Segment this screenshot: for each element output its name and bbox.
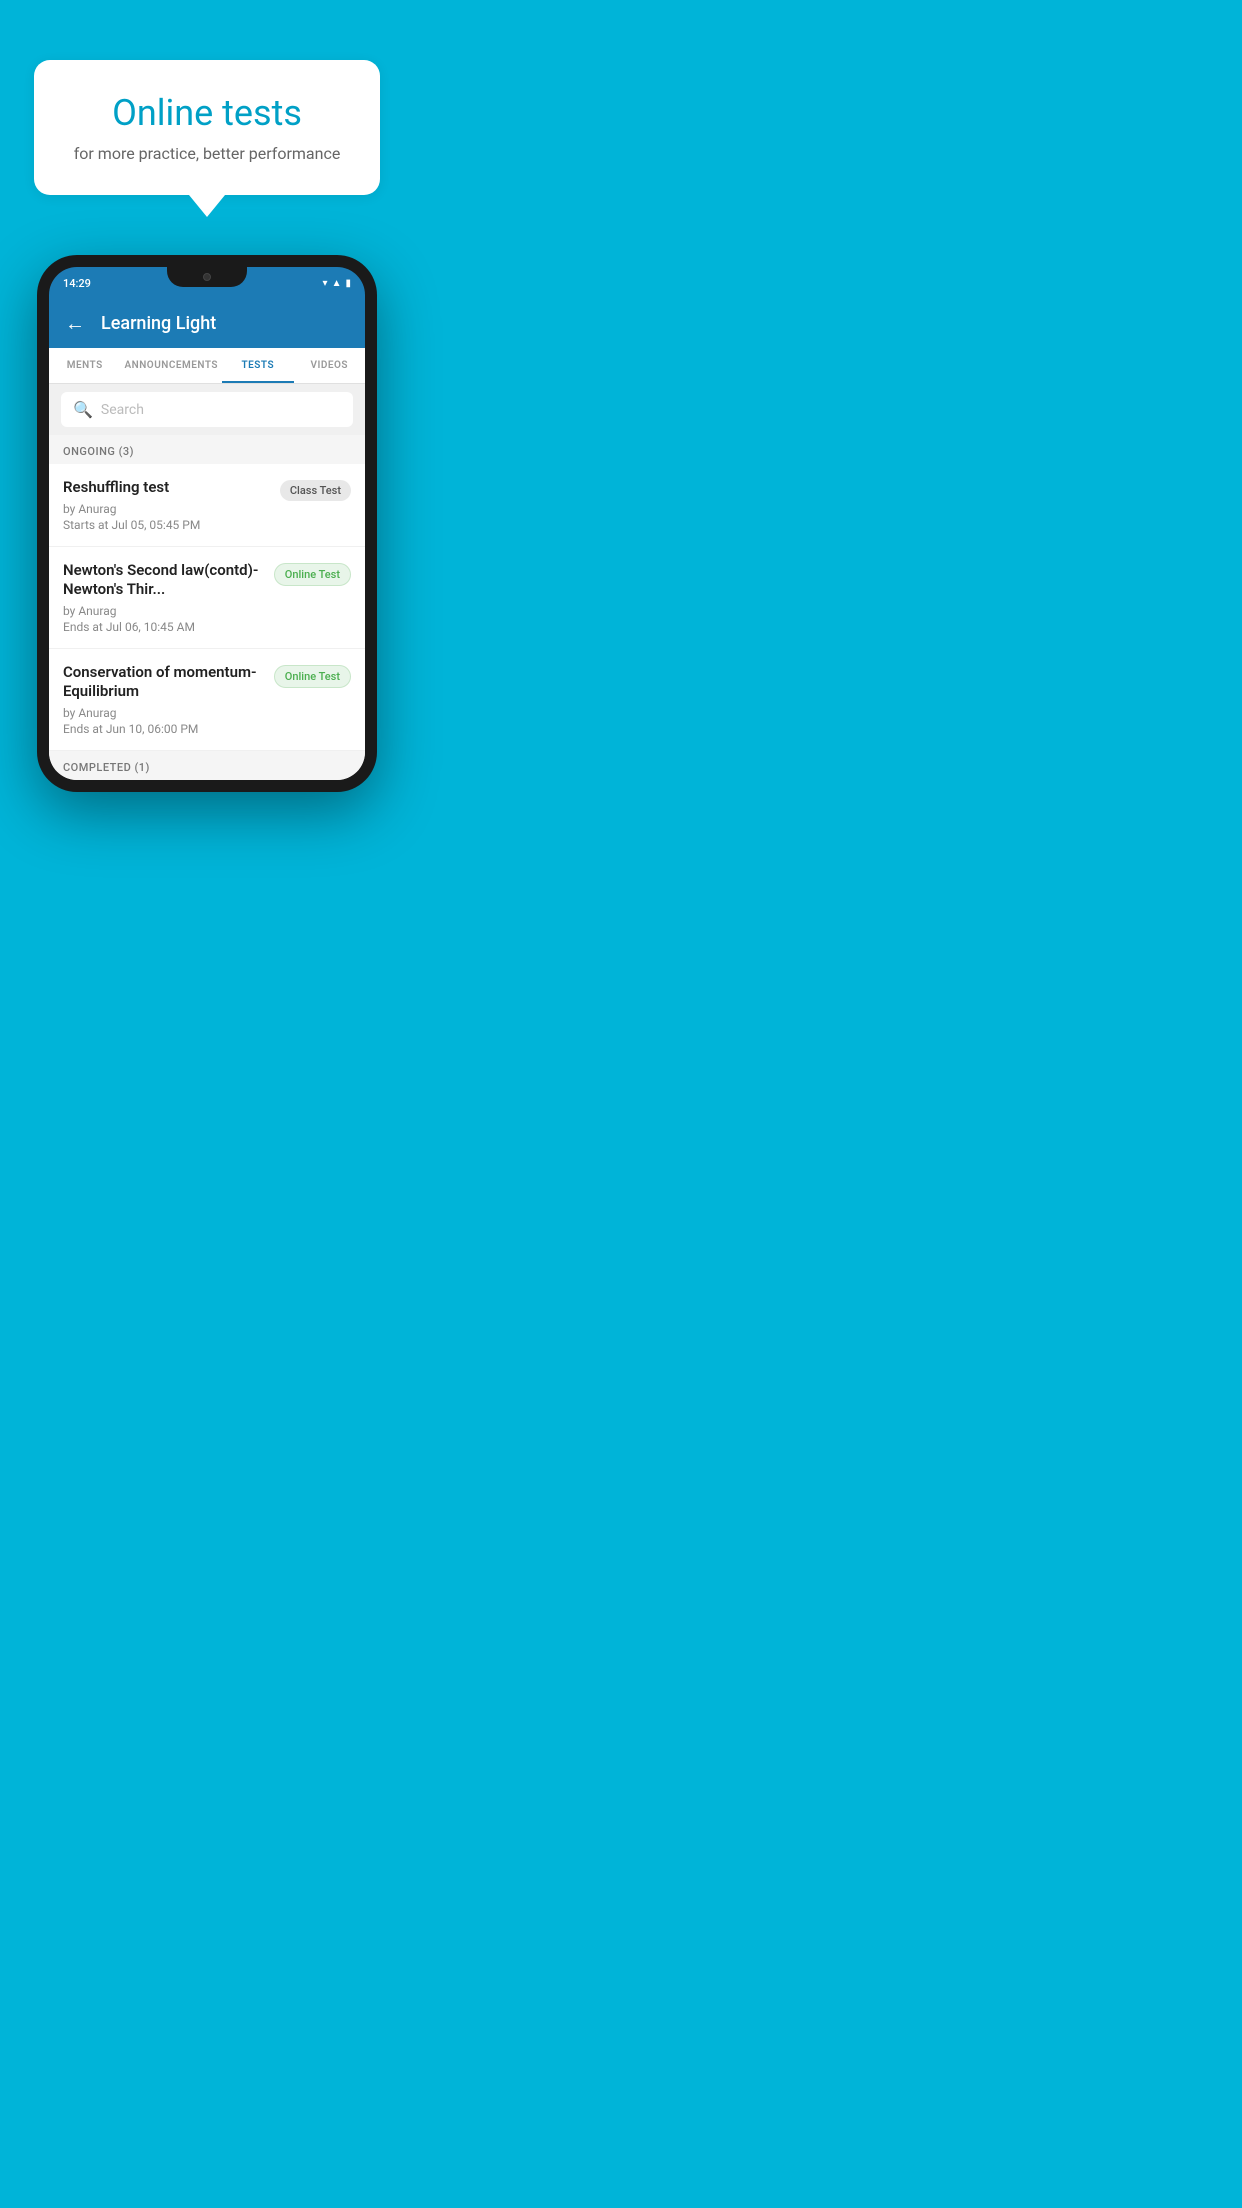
ongoing-section-header: ONGOING (3) <box>49 435 365 464</box>
test-item[interactable]: Conservation of momentum-Equilibrium by … <box>49 649 365 751</box>
test-author: by Anurag <box>63 502 270 516</box>
tab-announcements[interactable]: ANNOUNCEMENTS <box>120 348 222 383</box>
app-title: Learning Light <box>101 313 216 334</box>
test-badge-online: Online Test <box>274 563 351 586</box>
status-bar: 14:29 ▾ ▲ ▮ <box>49 267 365 299</box>
camera <box>203 273 211 281</box>
test-info: Reshuffling test by Anurag Starts at Jul… <box>63 478 270 532</box>
status-time: 14:29 <box>63 277 91 290</box>
tab-videos[interactable]: VIDEOS <box>294 348 365 383</box>
test-date: Starts at Jul 05, 05:45 PM <box>63 518 270 532</box>
signal-icon: ▲ <box>332 278 342 289</box>
test-name: Conservation of momentum-Equilibrium <box>63 663 264 702</box>
test-badge-class: Class Test <box>280 480 351 501</box>
wifi-icon: ▾ <box>323 278 328 289</box>
test-info: Conservation of momentum-Equilibrium by … <box>63 663 264 736</box>
speech-bubble: Online tests for more practice, better p… <box>34 60 381 195</box>
test-date: Ends at Jul 06, 10:45 AM <box>63 620 264 634</box>
search-icon: 🔍 <box>73 400 93 419</box>
completed-section-header: COMPLETED (1) <box>49 751 365 780</box>
search-container: 🔍 Search <box>49 384 365 435</box>
notch <box>167 267 247 287</box>
test-author: by Anurag <box>63 604 264 618</box>
tab-tests[interactable]: TESTS <box>222 348 293 383</box>
phone-wrapper: 14:29 ▾ ▲ ▮ ← Learning Light <box>37 255 377 792</box>
bubble-title: Online tests <box>74 92 341 134</box>
background: Online tests for more practice, better p… <box>0 0 414 792</box>
back-button[interactable]: ← <box>65 311 85 336</box>
battery-icon: ▮ <box>345 278 351 289</box>
test-author: by Anurag <box>63 706 264 720</box>
test-item[interactable]: Newton's Second law(contd)-Newton's Thir… <box>49 547 365 649</box>
tabs-bar: MENTS ANNOUNCEMENTS TESTS VIDEOS <box>49 348 365 384</box>
test-date: Ends at Jun 10, 06:00 PM <box>63 722 264 736</box>
test-item[interactable]: Reshuffling test by Anurag Starts at Jul… <box>49 464 365 547</box>
tests-list: Reshuffling test by Anurag Starts at Jul… <box>49 464 365 751</box>
app-header: ← Learning Light <box>49 299 365 348</box>
test-info: Newton's Second law(contd)-Newton's Thir… <box>63 561 264 634</box>
tab-assignments[interactable]: MENTS <box>49 348 120 383</box>
phone-screen: ← Learning Light MENTS ANNOUNCEMENTS TES… <box>49 299 365 780</box>
test-name: Reshuffling test <box>63 478 270 498</box>
search-bar[interactable]: 🔍 Search <box>61 392 353 427</box>
test-badge-online-2: Online Test <box>274 665 351 688</box>
bubble-subtitle: for more practice, better performance <box>74 144 341 163</box>
test-name: Newton's Second law(contd)-Newton's Thir… <box>63 561 264 600</box>
phone-frame: 14:29 ▾ ▲ ▮ ← Learning Light <box>37 255 377 792</box>
status-icons: ▾ ▲ ▮ <box>323 278 351 289</box>
search-input[interactable]: Search <box>101 402 144 418</box>
